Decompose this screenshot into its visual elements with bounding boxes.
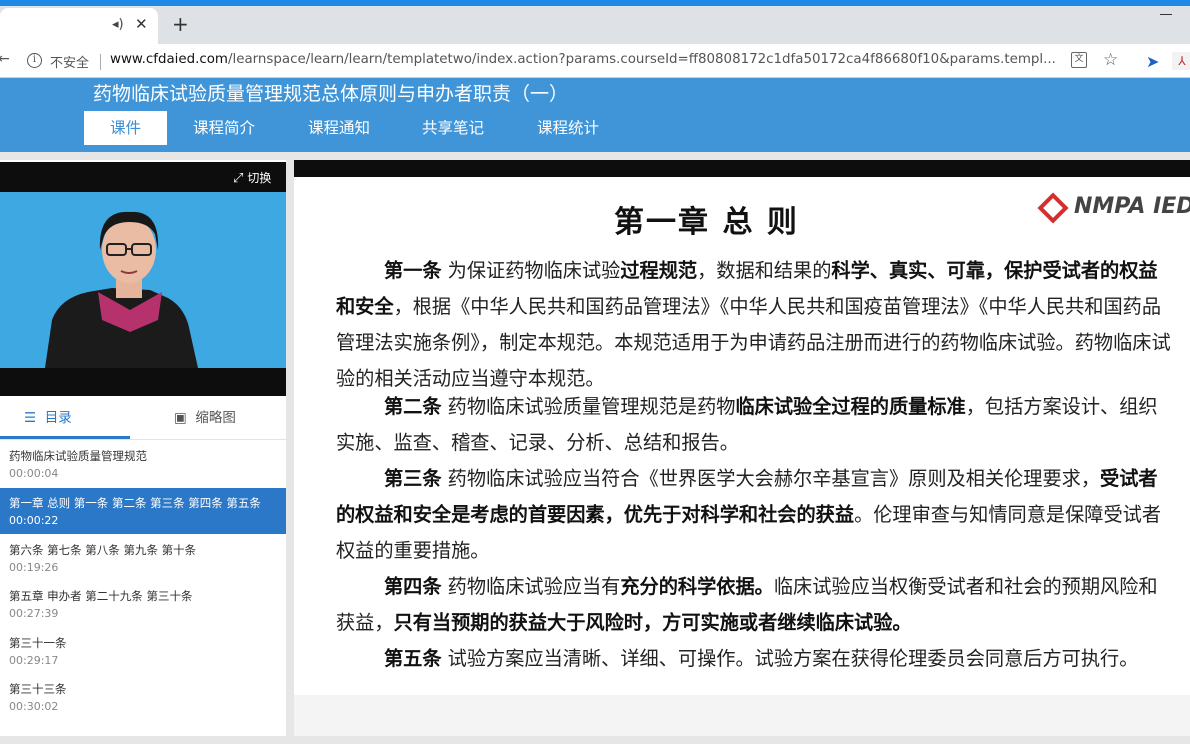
article-1: 第一条 为保证药物临床试验过程规范，数据和结果的科学、真实、可靠，保护受试者的权… [336, 253, 1176, 397]
nav-tab-courseware[interactable]: 课件 [84, 111, 167, 145]
tab-close-icon[interactable]: ✕ [135, 15, 148, 33]
toc-item-title: 药物临床试验质量管理规范 [9, 449, 147, 463]
toc-item[interactable]: 药物临床试验质量管理规范 00:00:04 [0, 441, 286, 487]
lecturer-video[interactable] [0, 192, 286, 368]
emphasis-text: 第二条 [384, 395, 442, 418]
toc-item[interactable]: 第一章 总则 第一条 第二条 第三条 第四条 第五条 00:00:22 [0, 488, 286, 534]
toc-item-time: 00:27:39 [9, 607, 59, 620]
address-separator [100, 54, 101, 70]
video-topbar: ⤢ 切换 [0, 162, 286, 192]
url-field[interactable]: www.cfdaied.com/learnspace/learn/learn/t… [110, 52, 1062, 67]
logo-text: NMPA IED [1074, 194, 1190, 219]
translate-icon[interactable]: 文 [1071, 52, 1087, 68]
bookmark-star-icon[interactable]: ☆ [1103, 50, 1118, 70]
browser-tab-strip: ◂) ✕ + [0, 0, 1190, 44]
insecure-label[interactable]: 不安全 [50, 52, 89, 71]
body-text: 为保证药物临床试验 [441, 259, 621, 282]
speaker-icon[interactable]: ◂) [112, 17, 124, 32]
toc-item-title: 第五章 申办者 第二十九条 第三十条 [9, 589, 193, 603]
nav-tab-notice[interactable]: 课程通知 [299, 111, 379, 145]
emphasis-text: 第四条 [384, 575, 442, 598]
tab-thumbnails[interactable]: ▣ 缩略图 [174, 406, 236, 426]
body-text: 药物临床试验质量管理规范是药物 [441, 395, 736, 418]
slide-viewer: 第一章 总 则 NMPA IED 第一条 为保证药物临床试验过程规范，数据和结果… [294, 160, 1190, 736]
app-root: ◂) ✕ + ← i 不安全 www.cfdaied.com/learnspac… [0, 0, 1190, 744]
toc-item-title: 第三十一条 [9, 636, 67, 650]
emphasis-text: 只有当预期的获益大于风险时，方可实施或者继续临床试验。 [393, 611, 912, 634]
toc-item-time: 00:00:22 [9, 514, 59, 527]
emphasis-text: 第一条 [384, 259, 442, 282]
window-accent-bar [0, 0, 1190, 6]
address-bar: ← i 不安全 www.cfdaied.com/learnspace/learn… [0, 44, 1190, 78]
toc-item[interactable]: 第六条 第七条 第八条 第九条 第十条 00:19:26 [0, 535, 286, 581]
toc-list: 药物临床试验质量管理规范 00:00:04 第一章 总则 第一条 第二条 第三条 … [0, 441, 286, 736]
toc-item-time: 00:29:17 [9, 654, 59, 667]
article-3: 第三条 药物临床试验应当符合《世界医学大会赫尔辛基宣言》原则及相关伦理要求，受试… [336, 461, 1176, 569]
image-icon: ▣ [174, 410, 187, 426]
logo-diamond-icon [1037, 192, 1069, 224]
lecturer-figure [45, 211, 198, 368]
emphasis-text: 第三条 [384, 467, 442, 490]
expand-icon: ⤢ [233, 171, 244, 186]
url-path: /learnspace/learn/learn/templatetwo/inde… [227, 52, 1056, 67]
panel-resize-handle[interactable] [286, 160, 294, 736]
video-bottombar [0, 368, 286, 396]
body-text: ，根据《中华人民共和国药品管理法》《中华人民共和国疫苗管理法》《中华人民共和国药… [336, 295, 1171, 390]
switch-label: 切换 [247, 171, 272, 185]
browser-tab[interactable]: ◂) ✕ [0, 8, 158, 44]
minimize-window-button[interactable] [1160, 14, 1172, 15]
article-5: 第五条 试验方案应当清晰、详细、可操作。试验方案在获得伦理委员会同意后方可执行。 [336, 641, 1176, 677]
list-icon: ☰ [24, 410, 37, 426]
nav-tab-stats[interactable]: 课程统计 [528, 111, 608, 145]
url-host: www.cfdaied.com [110, 52, 228, 67]
article-2: 第二条 药物临床试验质量管理规范是药物临床试验全过程的质量标准，包括方案设计、组… [336, 389, 1176, 461]
body-text: 药物临床试验应当有 [441, 575, 621, 598]
emphasis-text: 临床试验全过程的质量标准 [735, 395, 966, 418]
new-tab-button[interactable]: + [172, 12, 189, 36]
tab-toc[interactable]: ☰ 目录 [24, 406, 72, 426]
body-text: ，数据和结果的 [697, 259, 832, 282]
toc-item[interactable]: 第三十三条 00:30:02 [0, 674, 286, 720]
extension-arrow-icon[interactable]: ➤ [1146, 52, 1159, 71]
extension-pdf-icon[interactable]: ⅄ [1172, 52, 1190, 70]
emphasis-text: 充分的科学依据。 [620, 575, 774, 598]
header-divider-band [0, 152, 1190, 160]
article-4: 第四条 药物临床试验应当有充分的科学依据。临床试验应当权衡受试者和社会的预期风险… [336, 569, 1176, 641]
course-title: 药物临床试验质量管理规范总体原则与申办者职责（一） [93, 83, 569, 105]
tab-toc-label: 目录 [44, 410, 72, 426]
bottom-strip [0, 736, 1190, 744]
toc-item[interactable]: 第三十一条 00:29:17 [0, 628, 286, 674]
toc-item-time: 00:00:04 [9, 467, 59, 480]
toc-active-underline [0, 436, 130, 439]
nav-tab-notes[interactable]: 共享笔记 [413, 111, 493, 145]
toc-item-title: 第三十三条 [9, 682, 67, 696]
toc-item-title: 第一章 总则 第一条 第二条 第三条 第四条 第五条 [9, 496, 261, 510]
site-header: 药物临床试验质量管理规范总体原则与申办者职责（一） 课件 课程简介 课程通知 共… [0, 78, 1190, 152]
emphasis-text: 第五条 [384, 647, 442, 670]
slide-footer-strip [294, 695, 1190, 736]
slide: 第一章 总 则 NMPA IED 第一条 为保证药物临床试验过程规范，数据和结果… [294, 177, 1190, 695]
toc-item-title: 第六条 第七条 第八条 第九条 第十条 [9, 543, 197, 557]
nav-tab-intro[interactable]: 课程简介 [184, 111, 264, 145]
body-text: 药物临床试验应当符合《世界医学大会赫尔辛基宣言》原则及相关伦理要求， [441, 467, 1101, 490]
toc-header: ☰ 目录 ▣ 缩略图 [0, 396, 286, 440]
toc-item-time: 00:19:26 [9, 561, 59, 574]
emphasis-text: 过程规范 [620, 259, 698, 282]
body-text: 试验方案应当清晰、详细、可操作。试验方案在获得伦理委员会同意后方可执行。 [441, 647, 1139, 670]
toc-item[interactable]: 第五章 申办者 第二十九条 第三十条 00:27:39 [0, 581, 286, 627]
left-panel: ⤢ 切换 ☰ 目录 ▣ 缩略图 药物临床试验质量管理规范 00:00:04 第一… [0, 160, 286, 736]
switch-button[interactable]: ⤢ 切换 [233, 169, 271, 186]
toc-item-time: 00:30:02 [9, 700, 59, 713]
back-arrow-icon[interactable]: ← [0, 51, 10, 67]
site-info-icon[interactable]: i [27, 53, 42, 68]
tab-thumbnails-label: 缩略图 [195, 410, 236, 426]
slide-title: 第一章 总 则 [614, 205, 799, 240]
